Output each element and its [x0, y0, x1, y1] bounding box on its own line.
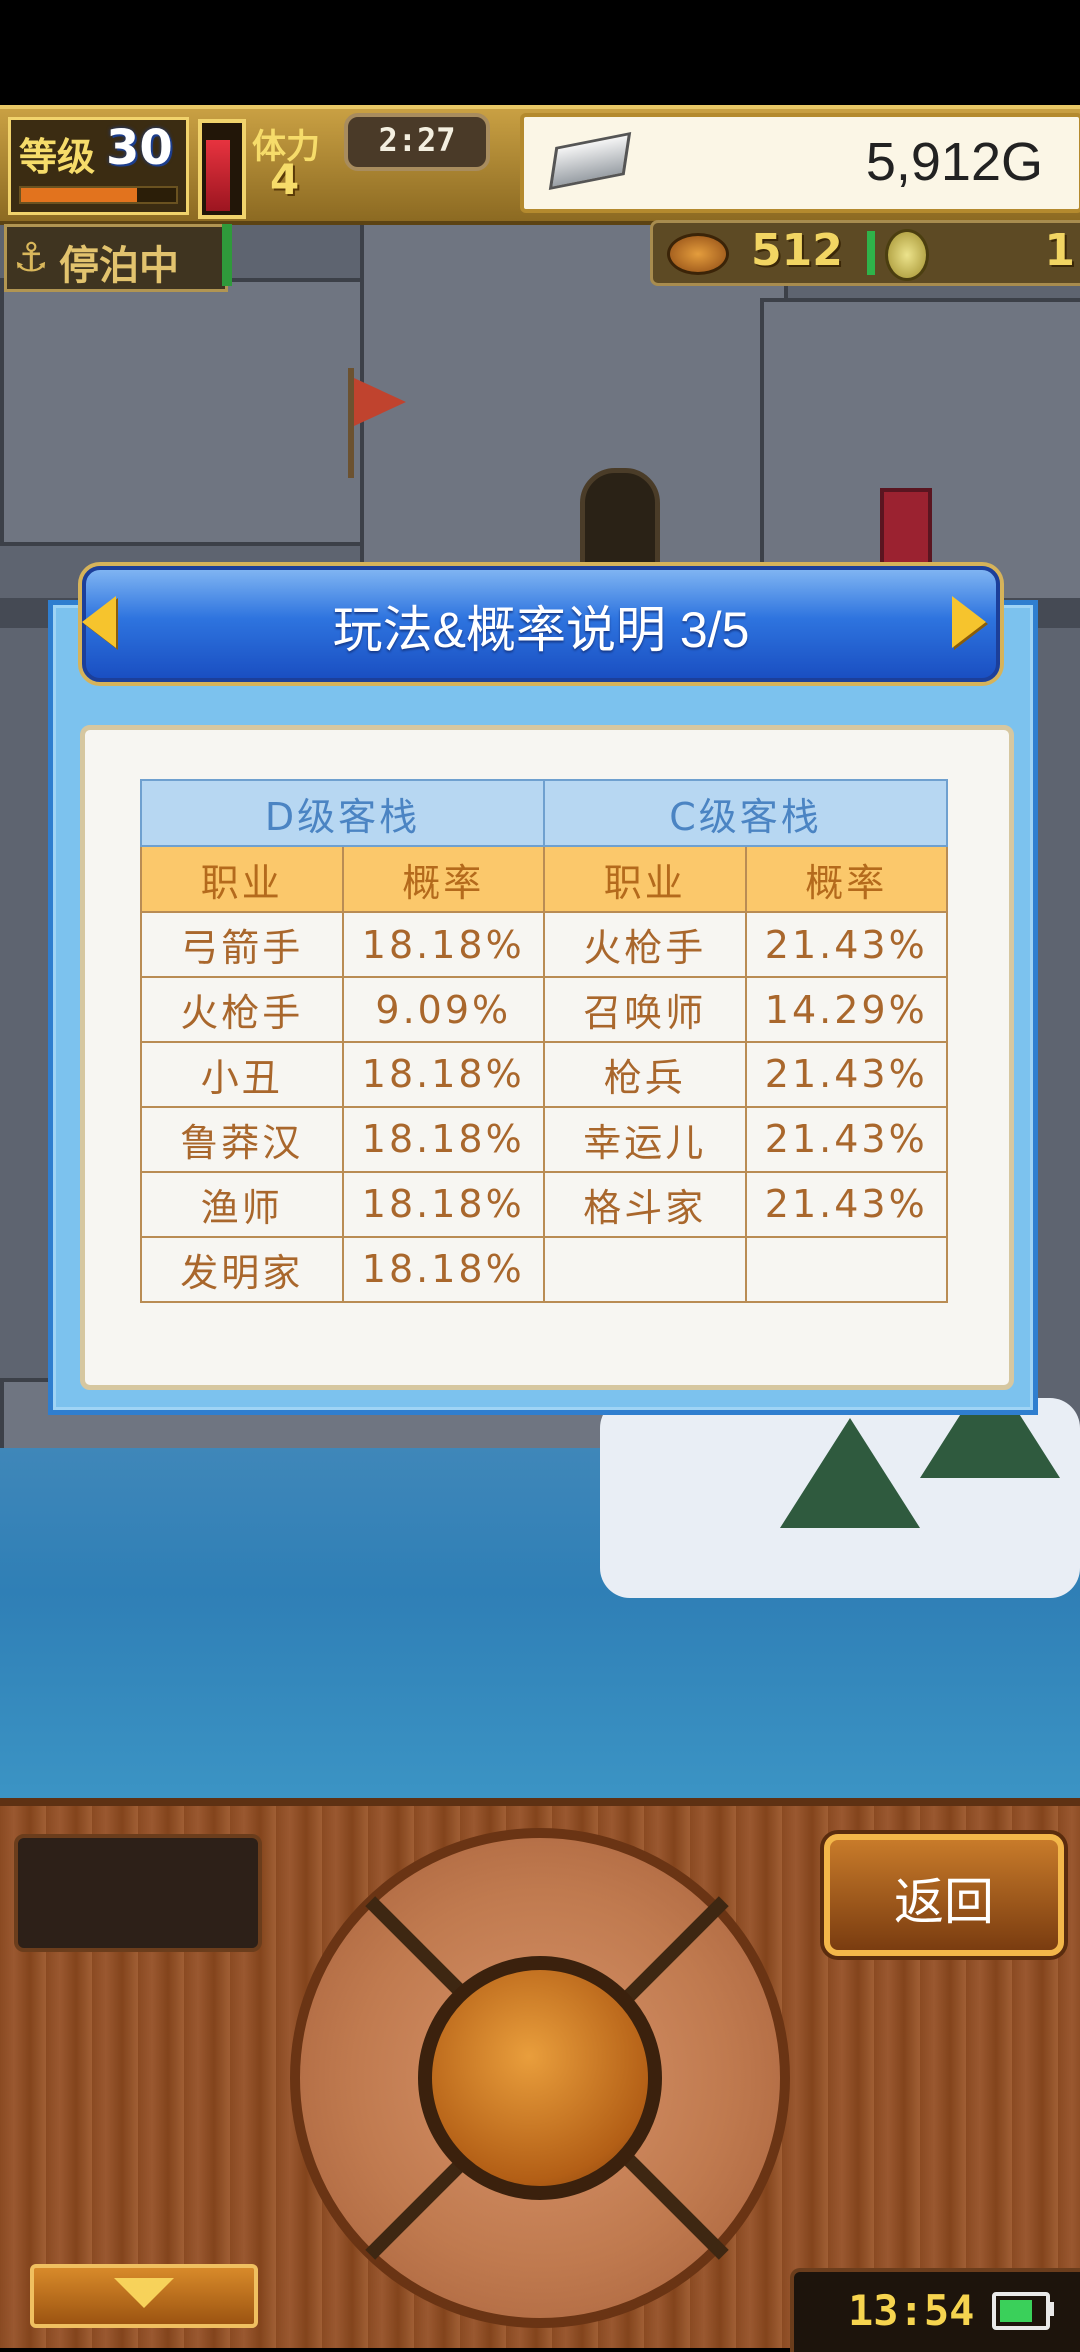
castle-gate [580, 468, 660, 578]
table-row: 弓箭手 18.18% 火枪手 21.43% [140, 911, 948, 979]
mooring-label: 停泊中 [59, 243, 179, 289]
table-cell: 18.18% [341, 911, 545, 979]
table-row: 发明家 18.18% [140, 1235, 948, 1304]
gold-panel[interactable]: 5,912G [520, 113, 1080, 213]
dialog-title: 玩法&概率说明 3/5 [332, 602, 750, 658]
table-cell: 鲁莽汉 [140, 1105, 344, 1173]
coin-icon [885, 229, 929, 281]
gold-amount: 5,912G [865, 132, 1043, 192]
probability-table: D级客栈 C级客栈 职业 概率 职业 概率 弓箭手 18.18% 火枪手 21.… [140, 778, 948, 1304]
table-group-row: D级客栈 C级客栈 [140, 778, 948, 848]
table-cell: 格斗家 [543, 1170, 747, 1238]
table-cell [543, 1235, 747, 1304]
flag-icon [354, 378, 406, 426]
pine-tree-icon [780, 1418, 920, 1528]
column-header: 职业 [140, 845, 344, 914]
group-header-c-inn: C级客栈 [543, 778, 948, 848]
column-header: 概率 [744, 845, 948, 914]
table-cell: 小丑 [140, 1041, 344, 1108]
stamina-timer-text: 2:27 [378, 121, 456, 159]
table-cell: 18.18% [341, 1041, 545, 1108]
battery-level-fill [1000, 2300, 1032, 2322]
table-cell: 18.18% [341, 1105, 545, 1173]
back-button-label: 返回 [894, 1874, 994, 1930]
coin-count: 1 [1044, 225, 1075, 276]
battery-tip [1048, 2302, 1054, 2316]
table-row: 渔师 18.18% 格斗家 21.43% [140, 1170, 948, 1238]
experience-bar [19, 186, 178, 204]
stamina-gauge [198, 119, 246, 219]
table-cell: 弓箭手 [140, 911, 344, 979]
table-cell: 18.18% [341, 1170, 545, 1238]
status-clock: 13:54 [790, 2268, 1080, 2352]
stamina-timer: 2:27 [344, 113, 490, 171]
action-button[interactable] [418, 1956, 662, 2200]
expand-menu-button[interactable] [30, 2264, 258, 2328]
empty-slot[interactable] [14, 1834, 262, 1952]
directional-pad[interactable] [290, 1828, 790, 2328]
table-header-row: 职业 概率 职业 概率 [140, 845, 948, 914]
table-row: 小丑 18.18% 枪兵 21.43% [140, 1041, 948, 1108]
experience-bar-fill [21, 188, 138, 202]
table-cell: 火枪手 [140, 976, 344, 1043]
top-hud: 等级 30 体力 4 2:27 5,912G [0, 105, 1080, 225]
table-cell: 召唤师 [543, 976, 747, 1043]
resource-divider [867, 231, 875, 275]
table-cell: 幸运儿 [543, 1105, 747, 1173]
table-cell: 渔师 [140, 1170, 344, 1238]
battery-icon [992, 2292, 1050, 2330]
group-header-d-inn: D级客栈 [140, 778, 545, 848]
drum-icon [667, 233, 729, 275]
silver-ingot-icon [548, 131, 632, 191]
table-cell [744, 1235, 948, 1304]
column-header: 概率 [341, 845, 545, 914]
status-indicator [222, 224, 232, 286]
stamina-value: 4 [270, 155, 300, 204]
table-cell: 21.43% [744, 1105, 948, 1173]
table-cell: 21.43% [744, 1170, 948, 1238]
chevron-down-icon [114, 2278, 174, 2308]
table-cell: 21.43% [744, 911, 948, 979]
table-cell: 火枪手 [543, 911, 747, 979]
table-cell: 18.18% [341, 1235, 545, 1304]
next-page-button[interactable] [938, 584, 998, 656]
back-button[interactable]: 返回 [824, 1834, 1064, 1956]
previous-page-button[interactable] [70, 584, 130, 656]
table-cell: 枪兵 [543, 1041, 747, 1108]
column-header: 职业 [543, 845, 747, 914]
resource-panel[interactable]: 512 1 [650, 220, 1080, 286]
right-arrow-icon [952, 596, 986, 648]
table-cell: 14.29% [744, 976, 948, 1043]
dialog-title-bar: 玩法&概率说明 3/5 [82, 566, 1000, 682]
mooring-status[interactable]: ⚓ 停泊中 [4, 224, 228, 292]
castle-wall [0, 278, 388, 546]
table-cell: 9.09% [341, 976, 545, 1043]
table-cell: 21.43% [744, 1041, 948, 1108]
level-value: 30 [106, 120, 173, 176]
level-label: 等级 [19, 135, 96, 179]
stamina-gauge-fill [206, 139, 230, 211]
table-row: 鲁莽汉 18.18% 幸运儿 21.43% [140, 1105, 948, 1173]
control-panel: 返回 13:54 [0, 1798, 1080, 2352]
level-panel: 等级 30 [8, 117, 189, 215]
anchor-icon: ⚓ [13, 235, 49, 281]
left-arrow-icon [82, 596, 116, 648]
resource-count: 512 [751, 225, 843, 276]
clock-time: 13:54 [848, 2286, 975, 2335]
table-row: 火枪手 9.09% 召唤师 14.29% [140, 976, 948, 1043]
table-cell: 发明家 [140, 1235, 344, 1304]
